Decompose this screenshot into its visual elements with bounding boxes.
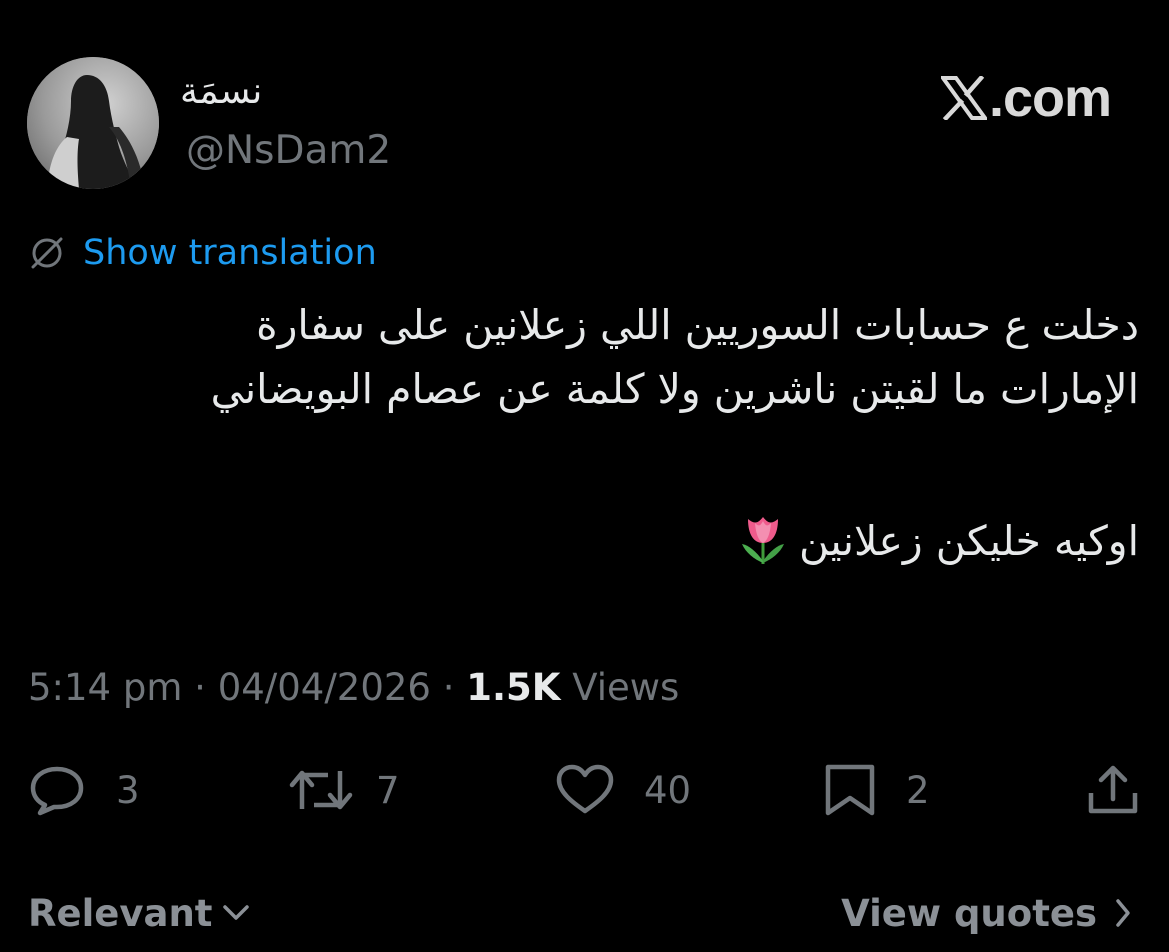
bookmark-icon <box>825 764 875 816</box>
sort-label: Relevant <box>28 891 213 935</box>
site-domain: .com <box>988 68 1112 128</box>
chevron-down-icon <box>223 905 250 920</box>
view-quotes-label: View quotes <box>841 891 1097 935</box>
tweet-line: اوكيه خليكن زعلانين <box>799 517 1139 565</box>
bookmark-button[interactable]: 2 <box>824 763 930 817</box>
user-handle[interactable]: @NsDam2 <box>186 127 391 175</box>
translate-globe-icon <box>31 237 63 269</box>
avatar[interactable] <box>27 57 159 189</box>
tweet-text: دخلت ع حسابات السوريين اللي زعلانين على … <box>29 293 1139 583</box>
reply-count: 3 <box>116 768 140 812</box>
chevron-right-icon <box>1116 899 1130 927</box>
show-translation-link[interactable]: Show translation <box>83 230 377 276</box>
repost-button[interactable]: 7 <box>288 763 400 817</box>
x-logo: .com <box>940 68 1112 128</box>
tweet-time[interactable]: 5:14 pm <box>28 666 182 709</box>
translation-row[interactable]: Show translation <box>27 230 377 276</box>
repost-count: 7 <box>376 768 400 812</box>
heart-icon <box>556 764 614 814</box>
share-button[interactable] <box>1086 763 1140 817</box>
meta-separator: · <box>182 666 218 709</box>
meta-separator: · <box>430 666 467 709</box>
tweet-line: الإمارات ما لقيتن ناشرين ولا كلمة عن عصا… <box>210 365 1139 413</box>
like-count: 40 <box>644 768 692 812</box>
repost-icon <box>289 770 353 810</box>
tulip-icon <box>740 511 786 583</box>
tweet-meta: 5:14 pm · 04/04/2026 · 1.5K Views <box>28 665 679 711</box>
display-name[interactable]: نسمَة <box>180 70 262 114</box>
like-button[interactable]: 40 <box>554 763 691 817</box>
bookmark-count: 2 <box>906 768 930 812</box>
avatar-image <box>27 57 159 189</box>
tweet-line-with-emoji: اوكيه خليكن زعلانين <box>29 509 1139 583</box>
view-quotes-link[interactable]: View quotes <box>841 890 1131 936</box>
x-icon <box>940 76 987 120</box>
views-count: 1.5K <box>466 666 561 709</box>
share-icon <box>1088 765 1138 814</box>
sort-dropdown[interactable]: Relevant <box>28 890 250 936</box>
reply-button[interactable]: 3 <box>28 763 140 817</box>
tweet-date[interactable]: 04/04/2026 <box>218 666 431 709</box>
views-label: Views <box>560 666 680 709</box>
tweet-line: دخلت ع حسابات السوريين اللي زعلانين على … <box>256 301 1139 349</box>
reply-icon <box>30 766 84 816</box>
